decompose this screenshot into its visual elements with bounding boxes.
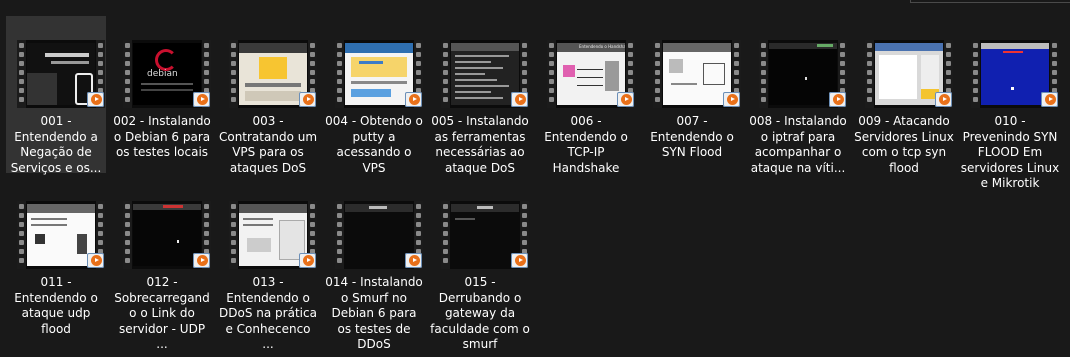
dark-window <box>345 204 413 266</box>
video-thumbnail <box>441 201 529 269</box>
film-strip-left <box>547 40 556 108</box>
film-strip-left <box>17 201 26 269</box>
film-strip-left <box>441 201 450 269</box>
video-file-item[interactable]: debian 002 - Instalando o Debian 6 para o… <box>112 16 212 173</box>
debian-logo-icon: debian <box>133 43 201 105</box>
wifi-zone-icon <box>27 43 95 105</box>
video-thumbnail <box>229 40 317 108</box>
film-strip-left <box>759 40 768 108</box>
play-video-icon <box>511 92 528 107</box>
video-file-name: 015 - Derrubando o gateway da faculdade … <box>430 275 530 352</box>
video-thumbnail <box>123 201 211 269</box>
video-thumbnail <box>971 40 1059 108</box>
video-file-name: 004 - Obtendo o putty a acessando o VPS <box>325 114 423 175</box>
black-terminal <box>769 43 837 105</box>
video-file-item[interactable]: 007 - Entendendo o SYN Flood <box>642 16 742 173</box>
play-video-icon <box>193 253 210 268</box>
video-file-name: 013 - Entendendo o DDoS na prática e Con… <box>219 275 317 352</box>
film-strip-left <box>441 40 450 108</box>
video-file-name: 010 - Prevenindo SYN FLOOD Em servidores… <box>960 114 1060 191</box>
handshake-slide: Entendendo o Handshake <box>557 43 625 105</box>
play-video-icon <box>193 92 210 107</box>
video-file-item[interactable]: 015 - Derrubando o gateway da faculdade … <box>430 177 530 351</box>
play-video-icon <box>617 92 634 107</box>
video-file-name: 014 - Instalando o Smurf no Debian 6 par… <box>325 275 423 352</box>
play-video-icon <box>1041 92 1058 107</box>
film-strip-left <box>335 40 344 108</box>
video-file-item[interactable]: 012 - Sobrecarregando o Link do servidor… <box>112 177 212 351</box>
video-file-item[interactable]: 014 - Instalando o Smurf no Debian 6 par… <box>324 177 424 351</box>
video-thumbnail <box>759 40 847 108</box>
play-video-icon <box>511 253 528 268</box>
video-file-item[interactable]: 003 - Contratando um VPS para os ataques… <box>218 16 318 175</box>
video-file-name: 009 - Atacando Servidores Linux com o tc… <box>854 114 954 175</box>
film-strip-left <box>17 40 26 108</box>
video-file-item[interactable]: 001 - Entendendo a Negação de Serviços e… <box>6 16 106 175</box>
video-file-grid: 001 - Entendendo a Negação de Serviços e… <box>0 0 1070 357</box>
video-file-item[interactable]: Entendendo o Handshake 006 - Entendendo o… <box>536 16 636 175</box>
video-file-name: 006 - Entendendo o TCP-IP Handshake <box>544 114 628 175</box>
video-file-name: 011 - Entendendo o ataque udp flood <box>14 275 98 336</box>
film-strip-left <box>123 201 132 269</box>
udp-slide <box>27 204 95 266</box>
window-screenshot <box>875 43 943 105</box>
video-file-name: 003 - Contratando um VPS para os ataques… <box>218 114 318 175</box>
video-file-name: 007 - Entendendo o SYN Flood <box>650 114 734 160</box>
play-video-icon <box>299 92 316 107</box>
video-thumbnail: debian <box>123 40 211 108</box>
video-file-name: 008 - Instalando o iptraf para acompanha… <box>749 114 847 175</box>
play-video-icon <box>299 253 316 268</box>
video-file-name: 005 - Instalando as ferramentas necessár… <box>431 114 529 175</box>
video-file-item[interactable]: 013 - Entendendo o DDoS na prática e Con… <box>218 177 318 351</box>
play-video-icon <box>405 92 422 107</box>
play-video-icon <box>405 253 422 268</box>
play-video-icon <box>87 92 104 107</box>
web-page <box>239 43 307 105</box>
video-thumbnail <box>335 201 423 269</box>
video-file-name: 002 - Instalando o Debian 6 para os test… <box>113 114 211 160</box>
film-strip-left <box>335 201 344 269</box>
video-thumbnail <box>229 201 317 269</box>
video-thumbnail: Entendendo o Handshake <box>547 40 635 108</box>
ddos-slide <box>239 204 307 266</box>
handshake-thumb-text: Entendendo o Handshake <box>579 44 625 49</box>
film-strip-left <box>229 40 238 108</box>
film-strip-left <box>229 201 238 269</box>
web-page-blue <box>345 43 413 105</box>
dark-window-2 <box>451 204 519 266</box>
video-file-item[interactable]: 010 - Prevenindo SYN FLOOD Em servidores… <box>960 16 1060 190</box>
video-thumbnail <box>865 40 953 108</box>
video-file-item[interactable]: 009 - Atacando Servidores Linux com o tc… <box>854 16 954 175</box>
video-file-item[interactable]: 011 - Entendendo o ataque udp flood <box>6 177 106 336</box>
video-thumbnail <box>441 40 529 108</box>
play-video-icon <box>829 92 846 107</box>
video-file-name: 001 - Entendendo a Negação de Serviços e… <box>10 114 102 175</box>
video-thumbnail <box>17 201 105 269</box>
play-video-icon <box>935 92 952 107</box>
play-video-icon <box>87 253 104 268</box>
video-file-item[interactable]: 005 - Instalando as ferramentas necessár… <box>430 16 530 175</box>
video-thumbnail <box>17 40 105 108</box>
video-thumbnail <box>335 40 423 108</box>
video-file-name: 012 - Sobrecarregando o Link do servidor… <box>114 275 210 352</box>
film-strip-left <box>865 40 874 108</box>
film-strip-left <box>123 40 132 108</box>
black-terminal-2 <box>133 204 201 266</box>
film-strip-left <box>971 40 980 108</box>
syn-slide <box>663 43 731 105</box>
video-thumbnail <box>653 40 741 108</box>
debian-thumb-text: debian <box>147 69 178 79</box>
terminal <box>451 43 519 105</box>
blue-screen <box>981 43 1049 105</box>
play-video-icon <box>723 92 740 107</box>
video-file-item[interactable]: 004 - Obtendo o putty a acessando o VPS <box>324 16 424 175</box>
film-strip-left <box>653 40 662 108</box>
video-file-item[interactable]: 008 - Instalando o iptraf para acompanha… <box>748 16 848 175</box>
